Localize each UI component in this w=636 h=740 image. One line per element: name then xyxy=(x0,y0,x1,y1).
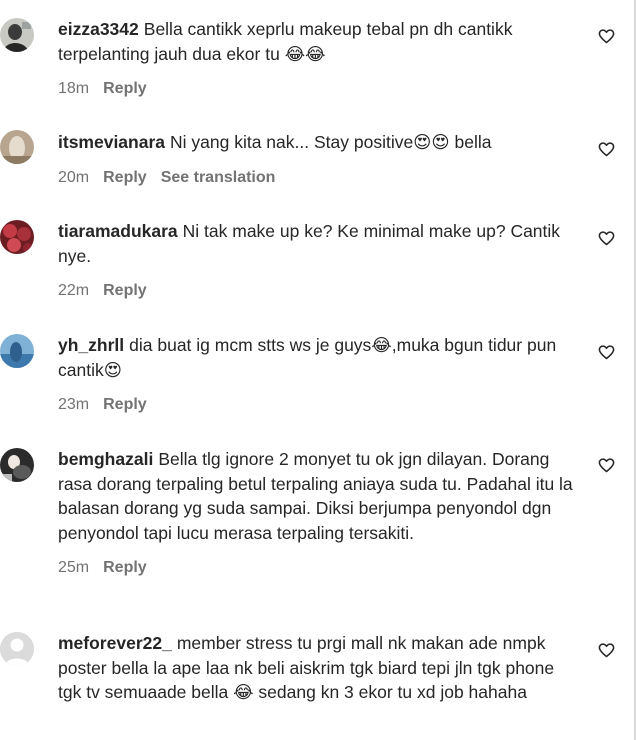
comment-body: bemghazali Bella tlg ignore 2 monyet tu o… xyxy=(58,447,578,545)
comment-timestamp[interactable]: 25m xyxy=(58,559,89,576)
like-heart-icon[interactable] xyxy=(598,457,615,474)
comment-username[interactable]: tiaramadukara xyxy=(58,221,178,241)
see-translation-button[interactable]: See translation xyxy=(161,169,276,186)
comment-username[interactable]: bemghazali xyxy=(58,449,153,469)
comment-body: tiaramadukara Ni tak make up ke? Ke minim… xyxy=(58,219,578,268)
comment-body: meforever22_ member stress tu prgi mall n… xyxy=(58,631,578,705)
like-heart-icon[interactable] xyxy=(598,230,615,247)
comment-body: yh_zhrll dia buat ig mcm stts ws je guys😂… xyxy=(58,333,578,382)
avatar[interactable] xyxy=(0,130,34,164)
comment-text: Ni yang kita nak... Stay positive😍😍 bell… xyxy=(170,132,492,152)
comment-timestamp[interactable]: 18m xyxy=(58,80,89,97)
reply-button[interactable]: Reply xyxy=(103,396,147,413)
reply-button[interactable]: Reply xyxy=(103,80,147,97)
reply-button[interactable]: Reply xyxy=(103,282,147,299)
avatar[interactable] xyxy=(0,220,34,254)
reply-button[interactable]: Reply xyxy=(103,169,147,186)
comment-body: itsmevianara Ni yang kita nak... Stay pos… xyxy=(58,130,578,155)
comment-username[interactable]: yh_zhrll xyxy=(58,335,124,355)
like-heart-icon[interactable] xyxy=(598,28,615,45)
avatar[interactable] xyxy=(0,448,34,482)
comment-body: eizza3342 Bella cantikk xeprlu makeup teb… xyxy=(58,17,578,66)
like-heart-icon[interactable] xyxy=(598,344,615,361)
default-avatar-icon[interactable] xyxy=(0,632,34,666)
avatar[interactable] xyxy=(0,18,34,52)
like-heart-icon[interactable] xyxy=(598,642,615,659)
like-heart-icon[interactable] xyxy=(598,141,615,158)
reply-button[interactable]: Reply xyxy=(103,559,147,576)
avatar[interactable] xyxy=(0,334,34,368)
comment-timestamp[interactable]: 20m xyxy=(58,169,89,186)
comment-username[interactable]: meforever22_ xyxy=(58,633,172,653)
comment-timestamp[interactable]: 23m xyxy=(58,396,89,413)
comment-username[interactable]: itsmevianara xyxy=(58,132,165,152)
comment-username[interactable]: eizza3342 xyxy=(58,19,139,39)
comment-timestamp[interactable]: 22m xyxy=(58,282,89,299)
comment-text: dia buat ig mcm stts ws je guys😂,muka bg… xyxy=(58,335,557,380)
